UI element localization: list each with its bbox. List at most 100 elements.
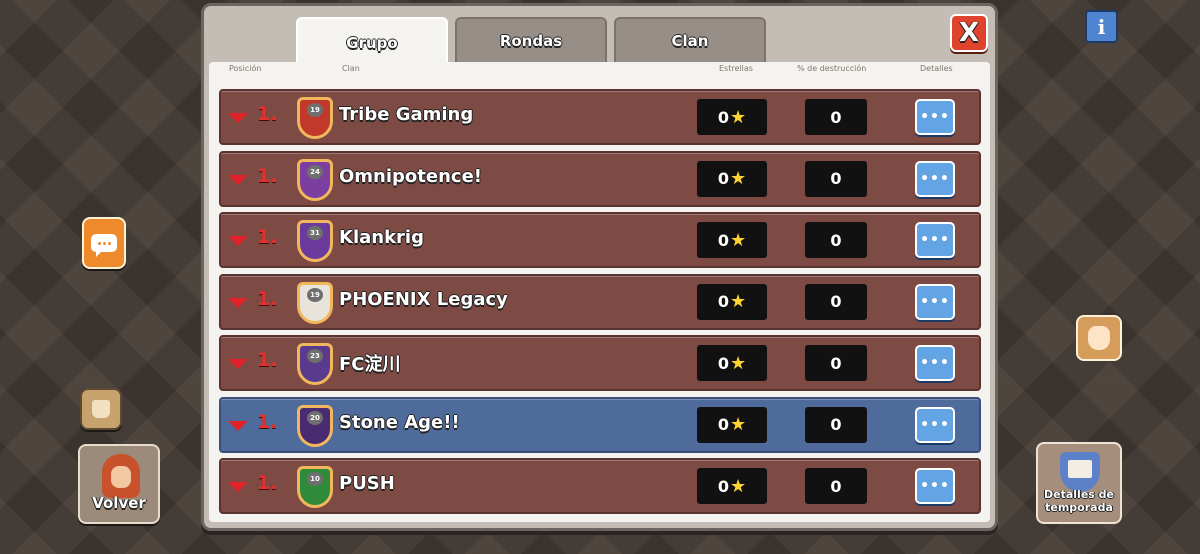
details-button[interactable]: •••: [915, 406, 955, 443]
clan-row: 1. 10 PUSH 0 ★ 0 •••: [219, 458, 981, 514]
clan-badge-icon: 19: [297, 97, 333, 139]
tab-clan[interactable]: Clan: [614, 17, 766, 63]
troop-icon: [92, 400, 110, 418]
clan-badge-icon: 19: [297, 281, 333, 324]
clan-badge-level: 19: [307, 103, 323, 117]
details-button[interactable]: •••: [915, 222, 955, 258]
close-button[interactable]: X: [950, 14, 988, 52]
star-icon: ★: [730, 291, 747, 312]
rank-label: 1.: [257, 226, 278, 248]
star-icon: ★: [730, 414, 747, 435]
trophy-icon: [1060, 452, 1100, 492]
star-icon: ★: [730, 352, 747, 374]
stars-number: 0: [717, 107, 729, 127]
clan-name: Omnipotence!: [339, 165, 483, 187]
column-header-stars: Estrellas: [719, 64, 753, 73]
tab-grupo[interactable]: Grupo: [296, 17, 448, 66]
details-button[interactable]: •••: [915, 283, 955, 320]
destruction-value: 0: [805, 345, 867, 381]
stars-number: 0: [717, 230, 729, 250]
clan-row: 1. 20 Stone Age!! 0 ★ 0 •••: [219, 396, 981, 453]
star-icon: ★: [730, 229, 747, 251]
destruction-value: 0: [805, 406, 867, 443]
tab-bar: Grupo Rondas Clan: [296, 17, 766, 66]
stars-number: 0: [717, 169, 729, 188]
destruction-value: 0: [805, 222, 867, 258]
back-button-label: Volver: [92, 494, 146, 512]
column-header-details: Detalles: [920, 64, 953, 73]
details-button[interactable]: •••: [915, 160, 955, 197]
swipe-button[interactable]: [1076, 315, 1122, 361]
stars-value: 0 ★: [697, 222, 767, 258]
clan-badge-icon: 10: [297, 466, 333, 508]
clan-row: 1. 31 Klankrig 0 ★ 0 •••: [219, 212, 981, 268]
clan-row: 1. 24 Omnipotence! 0 ★ 0 •••: [219, 150, 981, 207]
clan-name: PHOENIX Legacy: [339, 288, 508, 310]
clan-badge-level: 23: [307, 349, 323, 363]
clan-badge-level: 10: [307, 472, 323, 486]
stars-value: 0 ★: [697, 99, 767, 135]
column-header-position: Posición: [229, 64, 262, 73]
stars-value: 0 ★: [697, 406, 767, 443]
clan-badge-level: 31: [307, 226, 323, 240]
group-table: Posición Clan Estrellas % de destrucción…: [209, 62, 990, 522]
rank-down-arrow-icon: [228, 113, 248, 123]
stars-number: 0: [717, 415, 729, 434]
stars-value: 0 ★: [697, 160, 767, 197]
column-header-destruction: % de destrucción: [797, 64, 867, 73]
chat-button[interactable]: [82, 217, 126, 269]
war-league-panel: Grupo Rondas Clan X Posición Clan Estrel…: [201, 3, 998, 531]
clan-badge-level: 19: [307, 287, 323, 302]
clan-row: 1. 23 FC淀川 0 ★ 0 •••: [219, 335, 981, 391]
star-icon: ★: [730, 168, 747, 189]
destruction-value: 0: [805, 160, 867, 197]
rank-down-arrow-icon: [228, 359, 248, 369]
clan-badge-level: 24: [307, 164, 323, 179]
rank-down-arrow-icon: [228, 482, 248, 492]
clan-row: 1. 19 PHOENIX Legacy 0 ★ 0 •••: [219, 273, 981, 330]
details-button[interactable]: •••: [915, 468, 955, 504]
destruction-value: 0: [805, 99, 867, 135]
rank-label: 1.: [257, 349, 278, 371]
troop-button[interactable]: [80, 388, 122, 430]
details-button[interactable]: •••: [915, 345, 955, 381]
back-button[interactable]: Volver: [78, 444, 160, 524]
clan-badge-icon: 20: [297, 404, 333, 447]
rank-label: 1.: [257, 103, 278, 125]
season-details-button[interactable]: Detalles de temporada: [1036, 442, 1122, 524]
star-icon: ★: [730, 475, 747, 497]
rank-down-arrow-icon: [228, 236, 248, 246]
clan-badge-icon: 31: [297, 220, 333, 262]
rank-label: 1.: [257, 164, 278, 187]
rank-label: 1.: [257, 410, 278, 433]
clan-name: FC淀川: [339, 354, 401, 375]
rank-label: 1.: [257, 472, 278, 494]
rank-down-arrow-icon: [228, 174, 248, 185]
hand-icon: [1088, 326, 1110, 350]
season-details-label: Detalles de temporada: [1044, 488, 1114, 514]
clan-badge-icon: 23: [297, 343, 333, 385]
rank-down-arrow-icon: [228, 297, 248, 308]
column-header-clan: Clan: [342, 64, 360, 73]
stars-value: 0 ★: [697, 345, 767, 381]
clan-name: Klankrig: [339, 227, 424, 248]
stars-number: 0: [717, 292, 729, 311]
clan-list: 1. 19 Tribe Gaming 0 ★ 0 ••• 1. 24 Omnipo…: [219, 89, 981, 520]
stars-value: 0 ★: [697, 283, 767, 320]
destruction-value: 0: [805, 283, 867, 320]
rank-down-arrow-icon: [228, 420, 248, 431]
chat-icon: [91, 234, 117, 257]
clan-name: Stone Age!!: [339, 411, 460, 433]
tab-rondas[interactable]: Rondas: [455, 17, 607, 63]
clan-name: PUSH: [339, 473, 395, 494]
destruction-value: 0: [805, 468, 867, 504]
info-button[interactable]: i: [1085, 10, 1118, 43]
star-icon: ★: [730, 106, 747, 128]
clan-badge-icon: 24: [297, 158, 333, 201]
clan-badge-level: 20: [307, 410, 323, 425]
clan-name: Tribe Gaming: [339, 104, 474, 125]
details-button[interactable]: •••: [915, 99, 955, 135]
rank-label: 1.: [257, 287, 278, 310]
stars-number: 0: [717, 353, 729, 373]
stars-value: 0 ★: [697, 468, 767, 504]
